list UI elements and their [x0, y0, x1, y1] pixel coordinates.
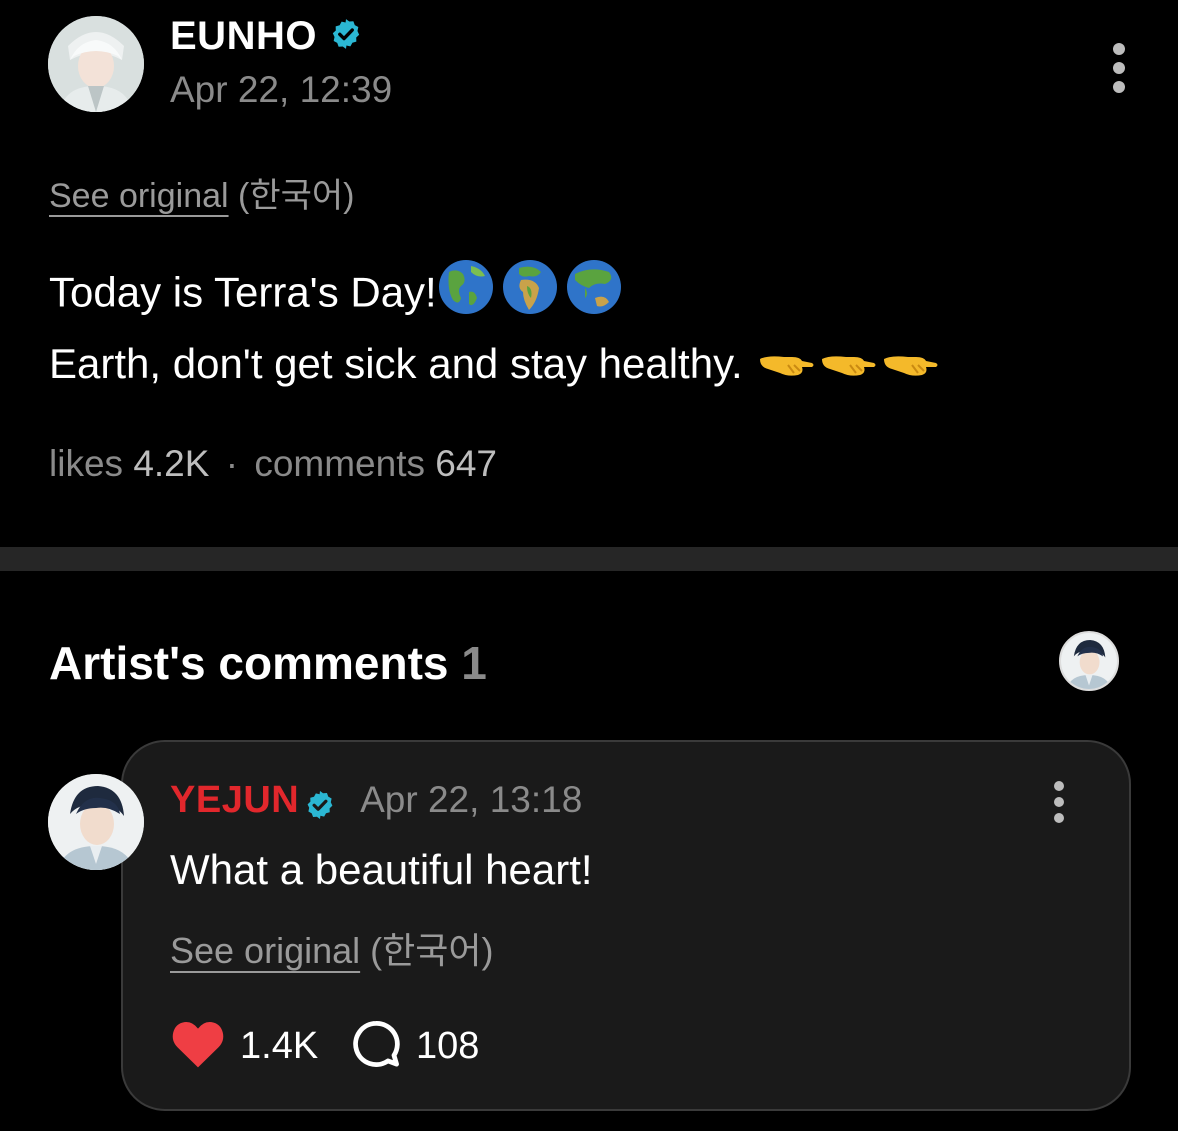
comment-like-count: 1.4K	[240, 1025, 319, 1067]
artist-filter-avatar[interactable]	[1059, 631, 1119, 691]
commenter-avatar[interactable]	[48, 774, 144, 870]
comment-more-options-icon[interactable]	[1049, 781, 1069, 830]
comment-text: What a beautiful heart!	[170, 846, 593, 893]
hand-pointing-icon	[882, 336, 940, 398]
speech-bubble-icon	[350, 1018, 402, 1075]
comment-reply-count: 108	[416, 1025, 480, 1067]
artist-comments-count: 1	[461, 637, 487, 689]
post-more-options-icon[interactable]	[1109, 43, 1129, 100]
hand-pointing-icon	[758, 336, 816, 398]
likes-label[interactable]: likes	[49, 443, 123, 484]
globe-asia-australia-icon	[565, 258, 623, 333]
comment-see-original: See original (한국어)	[170, 922, 493, 974]
comments-label[interactable]: comments	[254, 443, 425, 484]
stats-separator: ·	[225, 443, 239, 484]
hand-pointing-icon	[820, 336, 878, 398]
post-timestamp: Apr 22, 12:39	[170, 69, 393, 110]
comment-like-button[interactable]: 1.4K	[170, 1018, 318, 1075]
comment-reply-button[interactable]: 108	[350, 1018, 479, 1075]
comment-timestamp: Apr 22, 13:18	[360, 779, 583, 820]
original-language: (한국어)	[238, 177, 355, 215]
post-body: Today is Terra's Day! Earth, don't get s…	[49, 258, 1149, 398]
likes-count[interactable]: 4.2K	[133, 443, 209, 484]
post-line-2: Earth, don't get sick and stay healthy.	[49, 340, 743, 387]
see-original-link[interactable]: See original	[170, 930, 360, 971]
post-line-1: Today is Terra's Day!	[49, 268, 437, 316]
post-see-original: See original (한국어)	[49, 168, 355, 217]
verified-badge-icon	[304, 789, 336, 826]
author-avatar[interactable]	[48, 16, 144, 112]
globe-americas-icon	[437, 258, 495, 333]
globe-europe-africa-icon	[501, 258, 559, 333]
author-name[interactable]: EUNHO	[170, 14, 317, 58]
original-language: (한국어)	[370, 930, 494, 971]
artist-comments-title: Artist's comments	[49, 637, 449, 689]
comments-count[interactable]: 647	[435, 443, 497, 484]
section-divider	[0, 547, 1178, 571]
commenter-name[interactable]: YEJUN	[170, 779, 299, 821]
see-original-link[interactable]: See original	[49, 177, 229, 215]
artist-comments-header: Artist's comments 1	[49, 636, 487, 690]
verified-badge-icon	[329, 16, 363, 61]
heart-icon	[170, 1018, 226, 1075]
post-stats: likes 4.2K · comments 647	[49, 443, 497, 485]
